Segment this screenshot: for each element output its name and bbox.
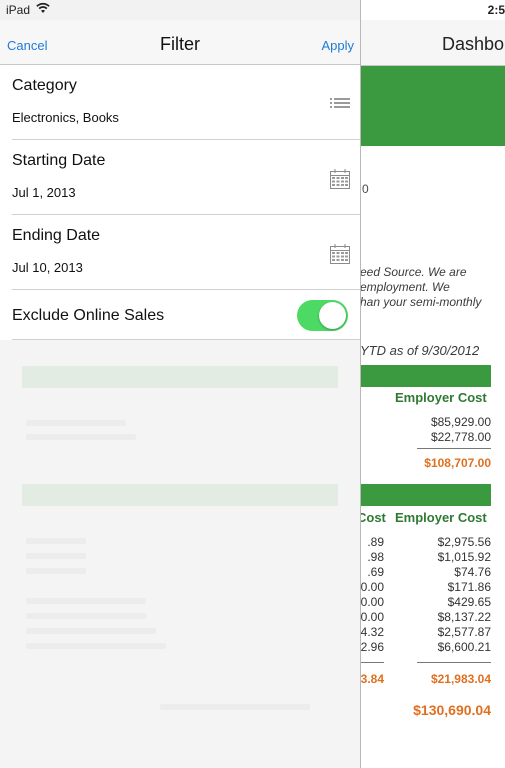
- section1-header-bar: [360, 365, 491, 387]
- dashboard-background: Dashbo 0 eed Source. We are employment. …: [360, 0, 505, 768]
- section2-left-value: .89: [367, 535, 384, 549]
- filter-panel: Cancel Filter Apply Category Electronics…: [0, 0, 361, 768]
- zip-fragment: 0: [362, 182, 369, 196]
- category-value: Electronics, Books: [12, 110, 119, 125]
- ending-date-label: Ending Date: [12, 227, 101, 244]
- section2-right-value: $74.76: [454, 565, 491, 579]
- section2-right-total: $21,983.04: [430, 672, 491, 686]
- section1-employer-cost-header: Employer Cost: [395, 390, 487, 405]
- section2-left-value: 0.00: [360, 580, 384, 594]
- starting-date-label: Starting Date: [12, 152, 106, 169]
- toggle-knob: [319, 302, 346, 329]
- section2-cost-header: Cost: [360, 510, 386, 525]
- section2-right-value: $171.86: [447, 580, 491, 594]
- section2-right-value: $1,015.92: [437, 550, 491, 564]
- starting-date-value: Jul 1, 2013: [12, 185, 76, 200]
- section2-right-rule: [417, 662, 491, 663]
- section1-value: $22,778.00: [430, 430, 491, 444]
- section2-header-bar: [360, 484, 491, 506]
- dashboard-navbar: Dashbo: [360, 20, 505, 66]
- category-row[interactable]: Category Electronics, Books: [12, 65, 360, 140]
- clock: 2:5: [487, 3, 505, 17]
- category-label: Category: [12, 77, 77, 94]
- status-bar: iPad 2:5: [0, 0, 505, 20]
- section2-right-value: $6,600.21: [437, 640, 491, 654]
- section2-right-value: $429.65: [447, 595, 491, 609]
- section2-left-rule: [360, 662, 384, 663]
- section2-left-value: 4.32: [360, 625, 384, 639]
- exclude-online-label: Exclude Online Sales: [12, 307, 165, 324]
- ending-date-value: Jul 10, 2013: [12, 260, 83, 275]
- section2-left-total: 3.84: [360, 672, 384, 686]
- exclude-online-row: Exclude Online Sales: [12, 290, 360, 340]
- ytd-label: YTD as of 9/30/2012: [360, 343, 480, 358]
- calendar-icon[interactable]: [330, 243, 350, 264]
- section2-left-value: 0.00: [360, 595, 384, 609]
- starting-date-row[interactable]: Starting Date Jul 1, 2013: [12, 140, 360, 215]
- section2-right-value: $8,137.22: [437, 610, 491, 624]
- filter-rows: Category Electronics, Books Starting Dat…: [0, 65, 360, 340]
- calendar-icon[interactable]: [330, 168, 350, 189]
- carrier-label: iPad: [6, 3, 31, 17]
- dashboard-title: Dashbo: [442, 34, 505, 54]
- intro-text-line2: employment. We: [360, 280, 450, 294]
- list-icon[interactable]: [330, 93, 350, 113]
- ending-date-row[interactable]: Ending Date Jul 10, 2013: [12, 215, 360, 290]
- section1-value: $85,929.00: [430, 415, 491, 429]
- exclude-online-toggle[interactable]: [297, 300, 348, 331]
- section2-right-value: $2,975.56: [437, 535, 491, 549]
- section2-employer-cost-header: Employer Cost: [395, 510, 487, 525]
- section2-left-value: .69: [367, 565, 384, 579]
- wifi-icon: [36, 2, 50, 17]
- apply-button[interactable]: Apply: [321, 38, 354, 53]
- section2-left-value: .98: [367, 550, 384, 564]
- section1-rule: [417, 448, 491, 449]
- section2-right-value: $2,577.87: [437, 625, 491, 639]
- section1-total: $108,707.00: [424, 456, 491, 470]
- intro-text-line1: eed Source. We are: [360, 265, 467, 279]
- dashboard-banner: [360, 66, 505, 146]
- filter-navbar: Cancel Filter Apply: [0, 20, 360, 65]
- grand-total: $130,690.04: [413, 702, 491, 718]
- intro-text-line3: han your semi-monthly: [360, 295, 482, 309]
- section2-left-value: 2.96: [360, 640, 384, 654]
- filter-title: Filter: [160, 34, 200, 54]
- section2-left-value: 0.00: [360, 610, 384, 624]
